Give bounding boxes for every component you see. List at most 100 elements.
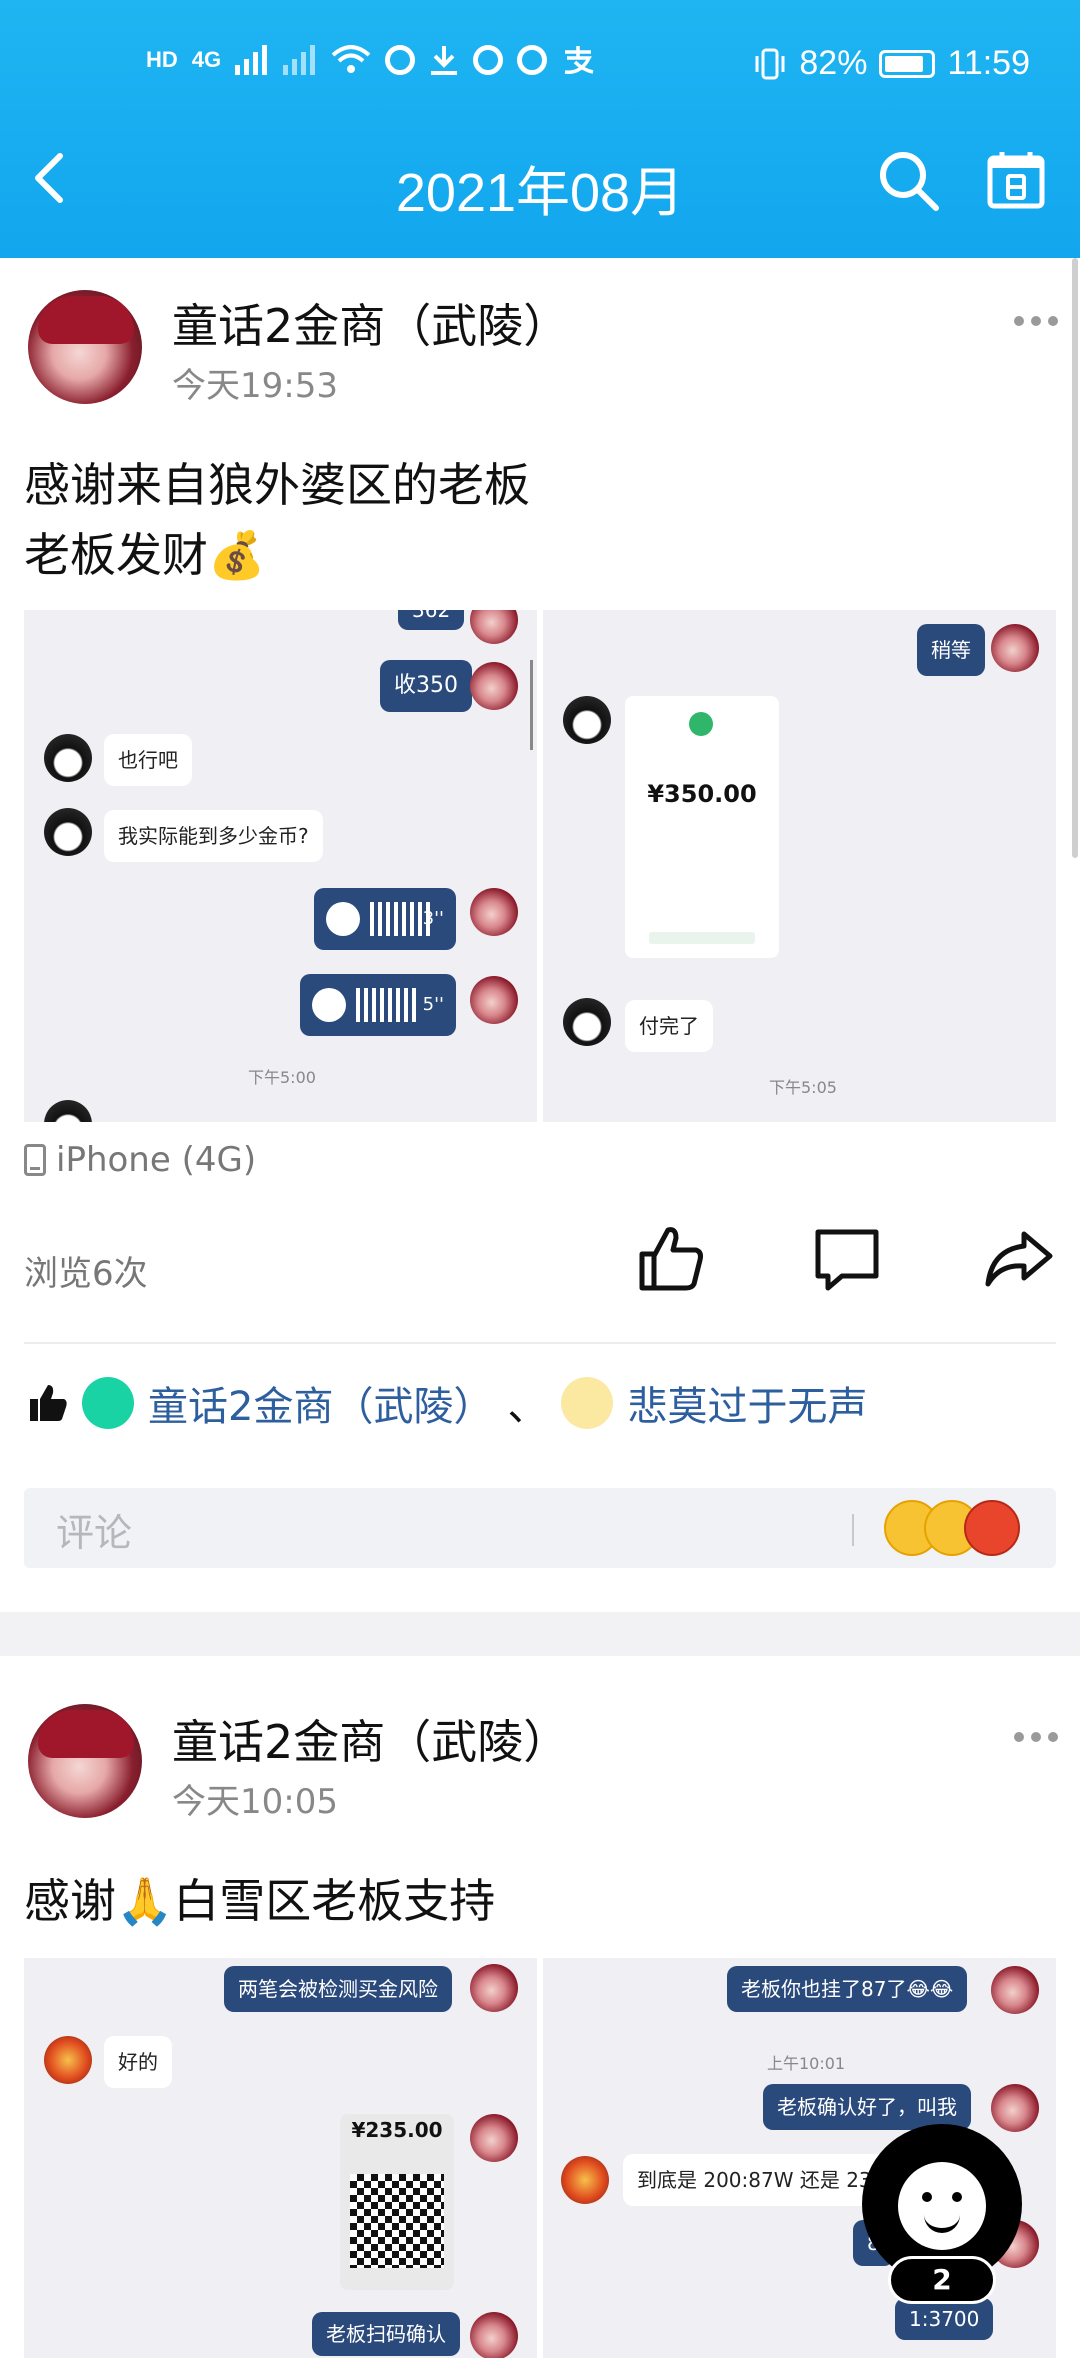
device-info: iPhone (4G)	[24, 1140, 256, 1180]
like-icon[interactable]	[636, 1224, 706, 1294]
chat-timestamp: 下午5:00	[248, 1068, 316, 1087]
voice-duration: 5''	[422, 994, 444, 1015]
comment-input[interactable]: 评论	[24, 1488, 1056, 1568]
liker-name[interactable]: 童话2金商（武陵）	[148, 1374, 493, 1432]
chat-bubble-in: 我实际能到多少金币?	[104, 810, 323, 862]
wifi-icon	[331, 45, 371, 73]
status-icons-left: HD 4G	[146, 44, 595, 76]
qr-amount: ¥235.00	[351, 2118, 443, 2142]
chat-avatar	[470, 888, 518, 936]
post-username[interactable]: 童话2金商（武陵）	[172, 1706, 569, 1772]
search-icon[interactable]	[876, 148, 940, 212]
signal-icon	[235, 45, 268, 75]
chat-timestamp: 上午10:01	[767, 2054, 846, 2073]
chat-avatar	[991, 2084, 1039, 2132]
chat-avatar	[561, 2156, 609, 2204]
payment-qr-image: ¥235.00	[340, 2114, 454, 2290]
alipay-icon	[564, 46, 594, 74]
more-options-icon[interactable]	[1014, 316, 1058, 330]
network-label: 4G	[191, 47, 222, 72]
voice-wave-icon	[370, 902, 430, 936]
chat-screenshot-left[interactable]: 两笔会被检测买金风险 好的 ¥235.00 老板扫码确认	[24, 1958, 537, 2358]
chat-bubble-out: 1:3700	[895, 2298, 994, 2340]
done-button	[649, 932, 755, 944]
clock: 11:59	[947, 44, 1030, 82]
avatar[interactable]	[28, 290, 142, 404]
section-gap	[0, 1612, 1080, 1656]
device-label: iPhone (4G)	[56, 1140, 257, 1180]
comment-placeholder: 评论	[56, 1511, 133, 1555]
calendar-icon[interactable]	[986, 150, 1046, 210]
divider	[24, 1342, 1056, 1344]
notification-badge[interactable]: 2	[888, 2256, 996, 2304]
post-text-line: 感谢来自狼外婆区的老板	[24, 458, 530, 512]
post-text-line: 感谢🙏白雪区老板支持	[24, 1874, 496, 1928]
chat-bubble-out: 362	[398, 610, 465, 630]
chat-avatar	[991, 624, 1039, 672]
chat-bubble-out: 老板扫码确认	[312, 2312, 460, 2356]
post-time: 今天10:05	[172, 1782, 338, 1822]
more-options-icon[interactable]	[1014, 1732, 1058, 1746]
liker-avatar[interactable]	[82, 1377, 134, 1429]
chat-bubble-out: 收350	[380, 660, 472, 712]
avatar[interactable]	[28, 1704, 142, 1818]
app-notification-icon-2	[473, 45, 504, 75]
phone-icon	[24, 1144, 46, 1176]
share-icon[interactable]	[984, 1224, 1054, 1294]
qr-code-icon	[350, 2174, 444, 2268]
post-text-line: 老板发财💰	[24, 528, 266, 582]
voice-message: 3''	[314, 888, 456, 950]
chat-bubble-out: 稍等	[917, 624, 985, 676]
title-bar: 2021年08月	[0, 130, 1080, 230]
chat-bubble-out: 两笔会被检测买金风险	[224, 1966, 452, 2012]
chat-bubble-in: 也行吧	[104, 734, 192, 786]
chat-bubble-in: 好的	[104, 2036, 172, 2088]
chat-avatar	[563, 696, 611, 744]
voice-duration: 3''	[422, 908, 444, 929]
page-scrollbar[interactable]	[1072, 258, 1078, 858]
success-check-icon	[689, 712, 713, 736]
chat-avatar	[470, 976, 518, 1024]
gift-emoji-icon[interactable]	[964, 1500, 1020, 1556]
receipt-amount: ¥350.00	[647, 780, 757, 808]
chat-avatar	[44, 2036, 92, 2084]
liker-name[interactable]: 悲莫过于无声	[627, 1374, 867, 1432]
chat-avatar	[470, 1964, 518, 2012]
view-count: 浏览6次	[24, 1254, 148, 1294]
app-notification-icon-3	[517, 45, 548, 75]
chat-screenshot-left[interactable]: 362 收350 也行吧 我实际能到多少金币? 3'' 5'' 下午5:00	[24, 610, 537, 1122]
chat-avatar	[44, 1100, 92, 1122]
post-text: 感谢来自狼外婆区的老板 老板发财💰	[24, 450, 530, 590]
comment-icon[interactable]	[812, 1224, 882, 1294]
likes-row: 童话2金商（武陵） 、 悲莫过于无声	[28, 1374, 867, 1432]
post-time: 今天19:53	[172, 366, 338, 406]
chat-screenshot-right[interactable]: 稍等 ¥350.00 付完了 下午5:05	[543, 610, 1056, 1122]
battery-percent: 82%	[799, 44, 868, 82]
chat-avatar	[470, 2114, 518, 2162]
image-grid: 362 收350 也行吧 我实际能到多少金币? 3'' 5'' 下午5:00 稍…	[24, 610, 1056, 1122]
hd-label: HD	[146, 47, 178, 72]
post-text: 感谢🙏白雪区老板支持	[24, 1866, 495, 1936]
voice-message: 5''	[300, 974, 456, 1036]
status-icons-right: 82% 11:59	[753, 44, 1030, 83]
vibrate-icon	[755, 48, 785, 79]
app-header: HD 4G 82% 11:59 2021年08月	[0, 0, 1080, 258]
chat-avatar	[44, 734, 92, 782]
liker-avatar[interactable]	[561, 1377, 614, 1429]
chat-avatar	[44, 808, 92, 856]
payment-receipt-image: ¥350.00	[625, 696, 779, 958]
chat-scrollbar	[530, 660, 533, 750]
chat-avatar	[470, 2312, 518, 2358]
chat-avatar	[470, 662, 518, 710]
chat-bubble-out: 老板你也挂了87了😂😂	[727, 1966, 968, 2012]
chat-timestamp: 下午5:05	[769, 1078, 837, 1097]
post-card: 童话2金商（武陵） 今天19:53 感谢来自狼外婆区的老板 老板发财💰 362 …	[0, 258, 1080, 1618]
chat-avatar	[563, 998, 611, 1046]
battery-icon	[879, 49, 936, 78]
app-notification-icon	[385, 45, 416, 75]
post-username[interactable]: 童话2金商（武陵）	[172, 290, 569, 356]
chat-bubble-in: 到底是 200:87W 还是 23	[623, 2154, 886, 2206]
thumbs-up-filled-icon	[30, 1385, 67, 1421]
chat-avatar	[991, 1966, 1039, 2014]
chat-bubble-in: 付完了	[625, 1000, 713, 1052]
